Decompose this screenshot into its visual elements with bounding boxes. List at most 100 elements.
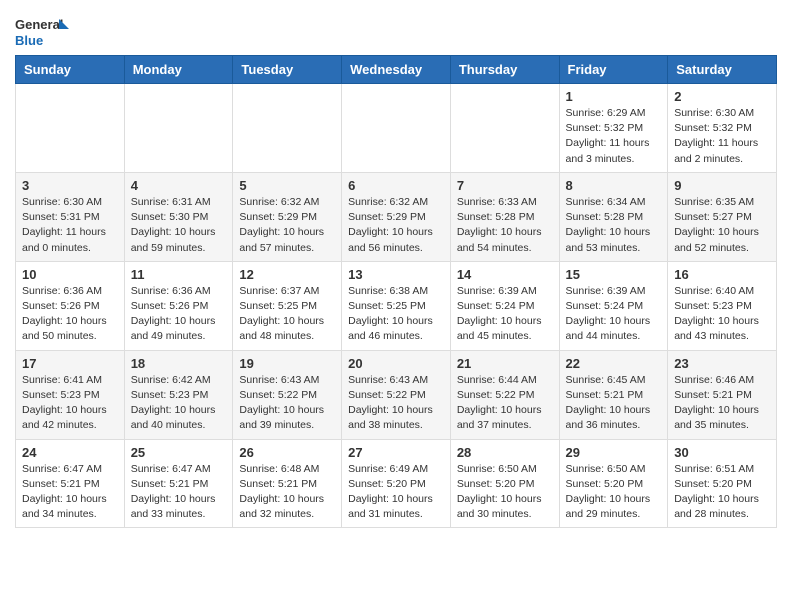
calendar-cell: 8Sunrise: 6:34 AM Sunset: 5:28 PM Daylig… [559,172,668,261]
page-header: GeneralBlue [15,15,777,50]
day-number: 16 [674,267,770,282]
day-info: Sunrise: 6:29 AM Sunset: 5:32 PM Dayligh… [566,106,662,167]
calendar-week-row: 3 Sunrise: 6:30 AM Sunset: 5:31 PM Daylig… [16,172,777,261]
calendar-cell: 26 Sunrise: 6:48 AM Sunset: 5:21 PM Dayli… [233,439,342,528]
day-number: 10 [22,267,118,282]
day-info: Sunrise: 6:36 AM Sunset: 5:26 PM Dayligh… [22,284,118,345]
day-number: 28 [457,445,553,460]
day-number: 14 [457,267,553,282]
logo-icon: GeneralBlue [15,15,70,50]
calendar-cell [124,84,233,173]
calendar-cell: 2 Sunrise: 6:30 AM Sunset: 5:32 PM Daylig… [668,84,777,173]
day-info: Sunrise: 6:36 AM Sunset: 5:26 PM Dayligh… [131,284,227,345]
calendar-cell: 7Sunrise: 6:33 AM Sunset: 5:28 PM Daylig… [450,172,559,261]
calendar-cell: 5 Sunrise: 6:32 AM Sunset: 5:29 PM Daylig… [233,172,342,261]
day-info: Sunrise: 6:41 AM Sunset: 5:23 PM Dayligh… [22,373,118,434]
day-number: 13 [348,267,444,282]
day-info: Sunrise: 6:47 AM Sunset: 5:21 PM Dayligh… [131,462,227,523]
day-info: Sunrise: 6:34 AM Sunset: 5:28 PM Dayligh… [566,195,662,256]
day-number: 18 [131,356,227,371]
day-info: Sunrise: 6:50 AM Sunset: 5:20 PM Dayligh… [457,462,553,523]
day-number: 24 [22,445,118,460]
logo: GeneralBlue [15,15,70,50]
day-info: Sunrise: 6:49 AM Sunset: 5:20 PM Dayligh… [348,462,444,523]
calendar-week-row: 1 Sunrise: 6:29 AM Sunset: 5:32 PM Daylig… [16,84,777,173]
day-number: 22 [566,356,662,371]
day-info: Sunrise: 6:45 AM Sunset: 5:21 PM Dayligh… [566,373,662,434]
svg-text:Blue: Blue [15,33,43,48]
calendar-cell: 9 Sunrise: 6:35 AM Sunset: 5:27 PM Daylig… [668,172,777,261]
day-number: 20 [348,356,444,371]
calendar-weekday-header: Friday [559,56,668,84]
day-info: Sunrise: 6:32 AM Sunset: 5:29 PM Dayligh… [348,195,444,256]
day-info: Sunrise: 6:39 AM Sunset: 5:24 PM Dayligh… [457,284,553,345]
day-info: Sunrise: 6:51 AM Sunset: 5:20 PM Dayligh… [674,462,770,523]
calendar-cell: 29 Sunrise: 6:50 AM Sunset: 5:20 PM Dayli… [559,439,668,528]
calendar-cell: 3 Sunrise: 6:30 AM Sunset: 5:31 PM Daylig… [16,172,125,261]
day-number: 12 [239,267,335,282]
calendar-cell: 30 Sunrise: 6:51 AM Sunset: 5:20 PM Dayli… [668,439,777,528]
day-number: 9 [674,178,770,193]
calendar-table: SundayMondayTuesdayWednesdayThursdayFrid… [15,55,777,528]
calendar-weekday-header: Tuesday [233,56,342,84]
day-number: 7 [457,178,553,193]
calendar-cell: 22 Sunrise: 6:45 AM Sunset: 5:21 PM Dayli… [559,350,668,439]
day-number: 29 [566,445,662,460]
day-number: 4 [131,178,227,193]
calendar-cell: 25 Sunrise: 6:47 AM Sunset: 5:21 PM Dayli… [124,439,233,528]
day-info: Sunrise: 6:43 AM Sunset: 5:22 PM Dayligh… [239,373,335,434]
day-number: 2 [674,89,770,104]
calendar-cell: 4Sunrise: 6:31 AM Sunset: 5:30 PM Daylig… [124,172,233,261]
day-info: Sunrise: 6:37 AM Sunset: 5:25 PM Dayligh… [239,284,335,345]
day-info: Sunrise: 6:46 AM Sunset: 5:21 PM Dayligh… [674,373,770,434]
calendar-cell: 6 Sunrise: 6:32 AM Sunset: 5:29 PM Daylig… [342,172,451,261]
calendar-weekday-header: Wednesday [342,56,451,84]
calendar-cell: 11Sunrise: 6:36 AM Sunset: 5:26 PM Dayli… [124,261,233,350]
day-number: 27 [348,445,444,460]
calendar-week-row: 17 Sunrise: 6:41 AM Sunset: 5:23 PM Dayli… [16,350,777,439]
day-number: 15 [566,267,662,282]
day-number: 21 [457,356,553,371]
day-number: 5 [239,178,335,193]
day-number: 17 [22,356,118,371]
day-info: Sunrise: 6:50 AM Sunset: 5:20 PM Dayligh… [566,462,662,523]
day-number: 26 [239,445,335,460]
calendar-cell: 16 Sunrise: 6:40 AM Sunset: 5:23 PM Dayli… [668,261,777,350]
calendar-cell [16,84,125,173]
calendar-cell: 20Sunrise: 6:43 AM Sunset: 5:22 PM Dayli… [342,350,451,439]
calendar-cell: 15 Sunrise: 6:39 AM Sunset: 5:24 PM Dayli… [559,261,668,350]
calendar-cell [342,84,451,173]
day-info: Sunrise: 6:48 AM Sunset: 5:21 PM Dayligh… [239,462,335,523]
day-info: Sunrise: 6:39 AM Sunset: 5:24 PM Dayligh… [566,284,662,345]
calendar-week-row: 10 Sunrise: 6:36 AM Sunset: 5:26 PM Dayli… [16,261,777,350]
calendar-cell: 12 Sunrise: 6:37 AM Sunset: 5:25 PM Dayli… [233,261,342,350]
day-number: 1 [566,89,662,104]
calendar-cell: 17 Sunrise: 6:41 AM Sunset: 5:23 PM Dayli… [16,350,125,439]
day-info: Sunrise: 6:44 AM Sunset: 5:22 PM Dayligh… [457,373,553,434]
calendar-weekday-header: Thursday [450,56,559,84]
day-info: Sunrise: 6:35 AM Sunset: 5:27 PM Dayligh… [674,195,770,256]
calendar-header-row: SundayMondayTuesdayWednesdayThursdayFrid… [16,56,777,84]
day-info: Sunrise: 6:42 AM Sunset: 5:23 PM Dayligh… [131,373,227,434]
calendar-cell: 28 Sunrise: 6:50 AM Sunset: 5:20 PM Dayli… [450,439,559,528]
calendar-cell: 27 Sunrise: 6:49 AM Sunset: 5:20 PM Dayli… [342,439,451,528]
day-number: 23 [674,356,770,371]
calendar-weekday-header: Monday [124,56,233,84]
day-info: Sunrise: 6:30 AM Sunset: 5:32 PM Dayligh… [674,106,770,167]
day-number: 3 [22,178,118,193]
day-number: 25 [131,445,227,460]
calendar-cell: 23 Sunrise: 6:46 AM Sunset: 5:21 PM Dayli… [668,350,777,439]
calendar-cell [450,84,559,173]
calendar-cell: 13 Sunrise: 6:38 AM Sunset: 5:25 PM Dayli… [342,261,451,350]
day-number: 6 [348,178,444,193]
day-info: Sunrise: 6:47 AM Sunset: 5:21 PM Dayligh… [22,462,118,523]
day-info: Sunrise: 6:30 AM Sunset: 5:31 PM Dayligh… [22,195,118,256]
svg-text:General: General [15,17,63,32]
day-number: 19 [239,356,335,371]
day-number: 30 [674,445,770,460]
day-info: Sunrise: 6:40 AM Sunset: 5:23 PM Dayligh… [674,284,770,345]
calendar-cell: 19 Sunrise: 6:43 AM Sunset: 5:22 PM Dayli… [233,350,342,439]
calendar-cell: 18 Sunrise: 6:42 AM Sunset: 5:23 PM Dayli… [124,350,233,439]
day-info: Sunrise: 6:38 AM Sunset: 5:25 PM Dayligh… [348,284,444,345]
day-info: Sunrise: 6:32 AM Sunset: 5:29 PM Dayligh… [239,195,335,256]
